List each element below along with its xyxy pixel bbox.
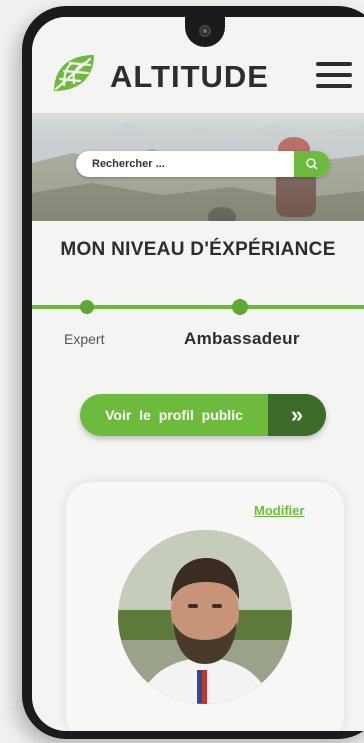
app-screen: ALTITUDE MON NIVEAU D'ÉXPÉRIANCE <box>32 17 364 731</box>
double-chevron-right-icon: » <box>268 394 326 436</box>
level-step-ambassador-label: Ambassadeur <box>184 329 300 348</box>
level-step-ambassador-dot[interactable] <box>232 299 248 315</box>
edit-profile-link[interactable]: Modifier <box>254 503 305 518</box>
brand-name: ALTITUDE <box>110 59 269 94</box>
search-input[interactable] <box>76 151 296 177</box>
view-public-profile-button[interactable]: Voir le profil public » <box>80 394 326 436</box>
hamburger-menu-icon[interactable] <box>316 60 354 90</box>
leaf-net-icon[interactable] <box>50 51 98 95</box>
search-button[interactable] <box>294 151 330 177</box>
search-bar <box>76 151 330 177</box>
search-icon <box>306 158 318 170</box>
avatar[interactable] <box>118 530 292 704</box>
view-public-profile-label: Voir le profil public <box>105 407 243 423</box>
user-photo <box>118 530 292 704</box>
hero-banner <box>32 113 364 221</box>
level-title: MON NIVEAU D'ÉXPÉRIANCE <box>60 239 336 260</box>
level-step-expert-dot[interactable] <box>80 300 94 314</box>
level-step-expert-label: Expert <box>64 331 105 347</box>
